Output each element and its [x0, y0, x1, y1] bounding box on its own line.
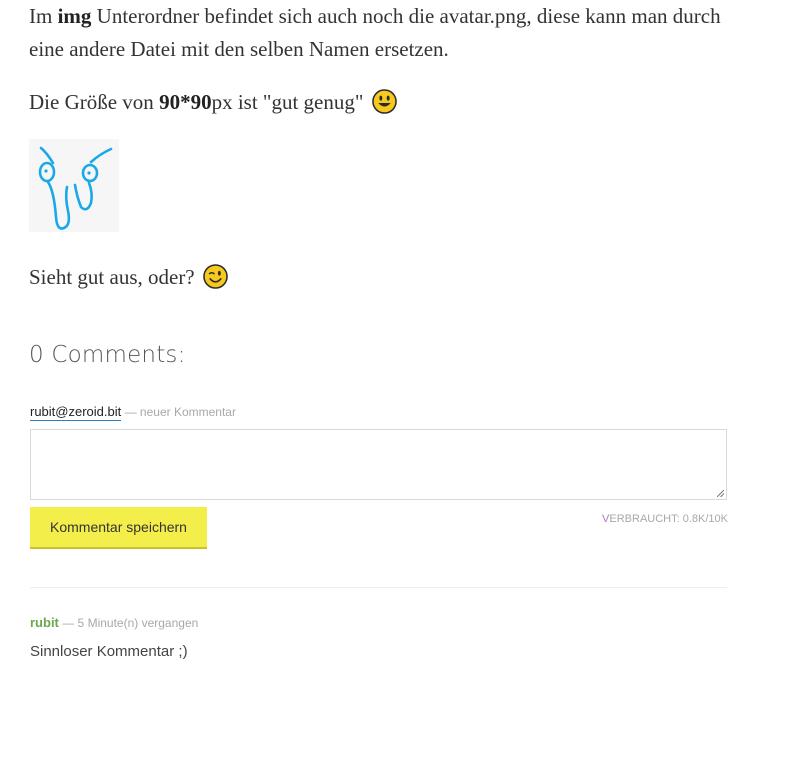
new-comment-header: rubit@zeroid.bit — neuer Kommentar: [30, 403, 236, 421]
text: Die Größe von: [29, 90, 160, 114]
paragraph-size-info: Die Größe von 90*90px ist "gut genug": [29, 86, 397, 124]
comment-header: rubit — 5 Minute(n) vergangen: [30, 614, 198, 632]
avatar-image: [29, 139, 119, 232]
user-name-link[interactable]: rubit@zeroid.bit: [30, 404, 122, 421]
comment-meta: — 5 Minute(n) vergangen: [58, 616, 199, 630]
text: Im: [29, 4, 58, 28]
doodle-face-avatar-icon: [38, 146, 113, 230]
bold-folder-name: img: [57, 4, 92, 28]
bold-size: 90*90: [159, 90, 212, 114]
paragraph-question: Sieht gut aus, oder?: [29, 261, 228, 299]
text: px ist "gut genug": [211, 90, 364, 114]
comment-user-name[interactable]: rubit: [30, 615, 59, 630]
comment-textarea[interactable]: [30, 429, 727, 500]
text: Unterordner befindet sich auch noch die …: [29, 4, 721, 61]
comments-title: 0 Comments:: [29, 342, 186, 368]
resize-handle-icon[interactable]: [717, 490, 724, 497]
text: Sieht gut aus, oder?: [29, 265, 195, 289]
smiley-emoji-icon: [371, 89, 397, 124]
quota-text: ERBRAUCHT: 0.8K/10K: [609, 513, 728, 525]
divider: [30, 587, 727, 588]
wink-emoji-icon: [203, 264, 228, 299]
comment-body: Sinnloser Kommentar ;): [30, 643, 188, 660]
new-comment-meta: — neuer Kommentar: [121, 405, 236, 419]
paragraph-avatar-info: Im img Unterordner befindet sich auch no…: [29, 0, 729, 66]
save-comment-button[interactable]: Kommentar speichern: [30, 507, 207, 549]
quota-usage: VERBRAUCHT: 0.8K/10K: [590, 513, 728, 525]
